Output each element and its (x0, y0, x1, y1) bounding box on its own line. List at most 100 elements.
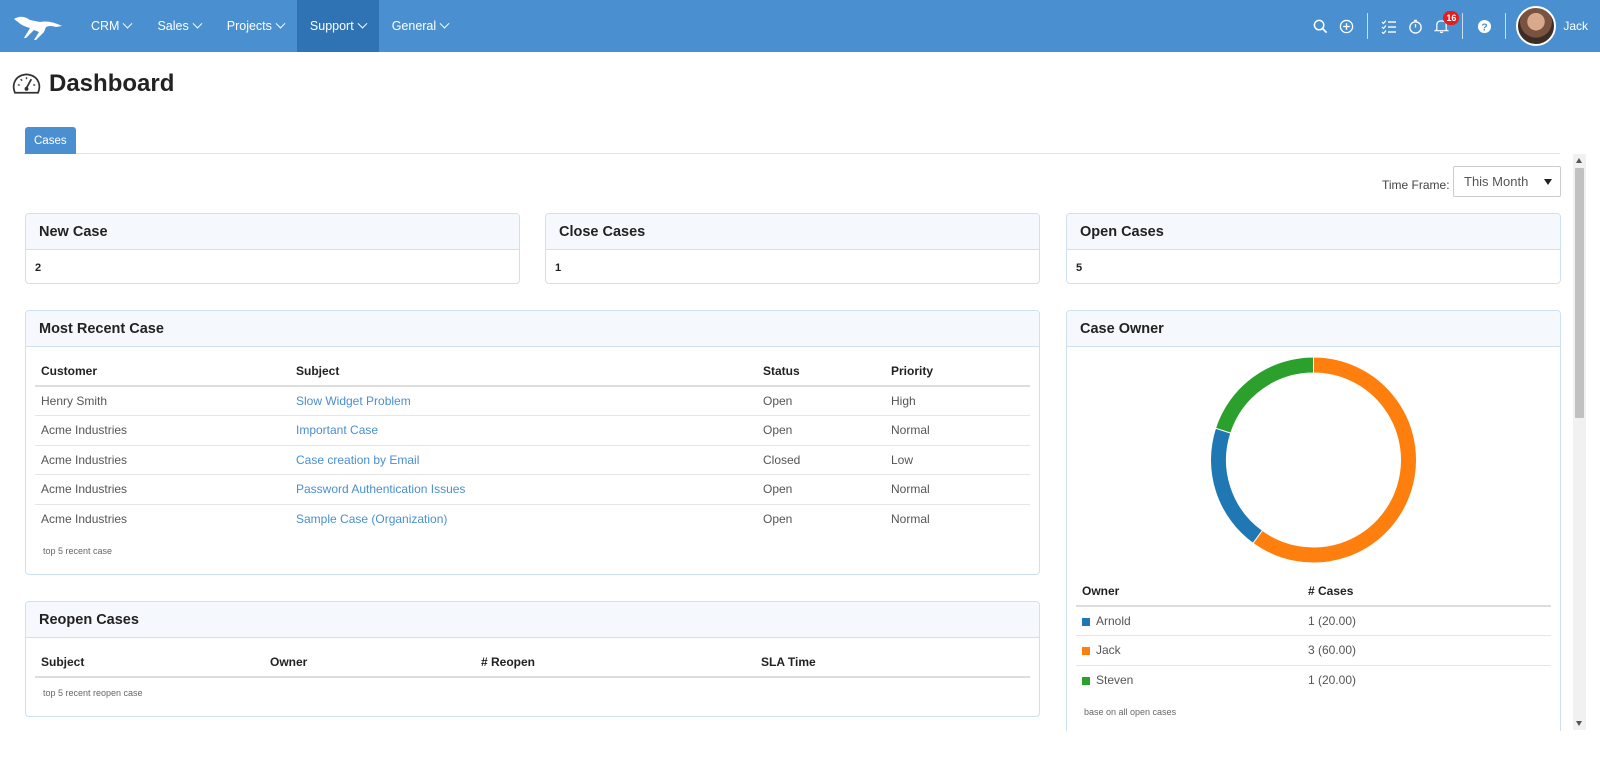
subject-cell: Slow Widget Problem (290, 386, 757, 416)
avatar[interactable] (1516, 6, 1557, 46)
chevron-down-icon (439, 18, 450, 29)
user-name[interactable]: Jack (1563, 19, 1588, 33)
table-row: Acme Industries Password Authentication … (35, 474, 1030, 505)
table-header-row: Subject Owner # Reopen SLA Time (35, 647, 1030, 678)
subject-cell: Sample Case (Organization) (290, 504, 757, 534)
donut-slice-steven[interactable] (1214, 356, 1314, 434)
priority-cell: Normal (891, 512, 930, 526)
dashboard-tabs: Cases (24, 127, 1560, 154)
timer-button[interactable] (1402, 0, 1428, 52)
column-header: Owner (264, 647, 475, 678)
column-header: Subject (35, 647, 264, 678)
customer-cell: Acme Industries (35, 415, 290, 446)
tasks-button[interactable] (1376, 0, 1402, 52)
owner-cell: Arnold (1076, 606, 1302, 636)
legend-label: Arnold (1096, 614, 1131, 628)
svg-text:?: ? (1481, 22, 1487, 33)
nav-divider (1462, 13, 1464, 39)
column-header: Subject (290, 356, 757, 387)
table-footnote: base on all open cases (1084, 706, 1177, 717)
column-header: SLA Time (755, 647, 1030, 678)
status-cell: Open (757, 386, 885, 416)
case-owner-donut-chart (1210, 356, 1417, 564)
donut-slice-jack[interactable] (1252, 356, 1417, 564)
chevron-down-icon (192, 18, 203, 29)
case-subject-link[interactable]: Password Authentication Issues (296, 482, 465, 496)
timeframe-value: This Month (1464, 174, 1529, 189)
reopen-cases-panel: Reopen Cases Subject Owner # Reopen SLA … (25, 601, 1040, 717)
case-subject-link[interactable]: Important Case (296, 423, 378, 437)
nav-general-label: General (391, 19, 437, 33)
case-subject-link[interactable]: Sample Case (Organization) (296, 512, 447, 526)
search-icon (1313, 19, 1328, 33)
nav-general[interactable]: General (379, 0, 461, 52)
table-row: Acme Industries Sample Case (Organizatio… (35, 504, 1030, 534)
nav-crm[interactable]: CRM (78, 0, 144, 52)
new-case-count: 2 (35, 262, 42, 274)
customer-cell: Acme Industries (35, 445, 290, 475)
nav-sales-label: Sales (157, 19, 189, 33)
nav-support[interactable]: Support (296, 0, 379, 52)
scroll-thumb[interactable] (1575, 168, 1584, 418)
reopen-table: Subject Owner # Reopen SLA Time (35, 647, 1030, 678)
column-header: Priority (885, 356, 1030, 387)
table-row: Acme Industries Case creation by Email C… (35, 445, 1030, 475)
cases-cell: 3 (60.00) (1302, 635, 1551, 666)
timeframe-label: Time Frame: (1382, 178, 1450, 192)
column-header: # Cases (1302, 576, 1551, 607)
open-cases-panel: Open Cases 5 (1066, 213, 1561, 284)
cases-cell: 1 (20.00) (1302, 606, 1551, 636)
donut-slice-arnold[interactable] (1210, 427, 1264, 545)
owner-cell: Jack (1076, 635, 1302, 666)
status-cell: Open (757, 415, 885, 446)
panel-title: Case Owner (1067, 311, 1560, 347)
scroll-down-arrow-icon[interactable] (1576, 721, 1582, 726)
case-owner-panel: Case Owner Owner # Cases Arnold 1 (20.00… (1066, 310, 1561, 731)
panel-title: Reopen Cases (26, 602, 1039, 638)
timeframe-select[interactable]: This Month (1453, 166, 1561, 197)
nav-divider (1367, 13, 1369, 39)
logo-icon[interactable] (10, 10, 66, 42)
subject-cell: Important Case (290, 415, 757, 446)
table-footnote: top 5 recent reopen case (43, 688, 143, 698)
legend-swatch (1082, 677, 1090, 685)
owner-cell: Steven (1076, 665, 1302, 695)
table-row: Jack 3 (60.00) (1076, 635, 1551, 666)
task-list-icon (1381, 19, 1397, 34)
main-menu: CRM Sales Projects Support General (78, 0, 461, 52)
notification-badge: 16 (1443, 11, 1460, 25)
column-header: Customer (35, 356, 290, 387)
scroll-up-arrow-icon[interactable] (1576, 158, 1582, 163)
nav-projects[interactable]: Projects (214, 0, 297, 52)
case-subject-link[interactable]: Case creation by Email (296, 453, 419, 467)
nav-right-tools: 16 ? Jack (1307, 0, 1600, 52)
top-navbar: CRM Sales Projects Support General 16 ? … (0, 0, 1600, 52)
search-button[interactable] (1307, 0, 1333, 52)
nav-crm-label: CRM (91, 19, 120, 33)
help-icon: ? (1477, 19, 1491, 33)
table-footnote: top 5 recent case (43, 545, 113, 556)
close-cases-panel: Close Cases 1 (545, 213, 1040, 284)
subject-cell: Password Authentication Issues (290, 474, 757, 505)
cases-cell: 1 (20.00) (1308, 673, 1357, 687)
column-header: # Reopen (475, 647, 755, 678)
recent-case-table: Customer Subject Status Priority Henry S… (35, 356, 1030, 534)
content-scrollbar[interactable] (1573, 154, 1586, 730)
page-header: Dashboard (12, 70, 174, 98)
notifications-button[interactable]: 16 (1428, 0, 1460, 52)
help-button[interactable]: ? (1471, 0, 1497, 52)
legend-swatch (1082, 618, 1090, 626)
dashboard-gauge-icon (12, 73, 41, 94)
nav-sales[interactable]: Sales (144, 0, 213, 52)
panel-title: Close Cases (546, 214, 1039, 250)
add-button[interactable] (1333, 0, 1359, 52)
table-row: Arnold 1 (20.00) (1076, 606, 1551, 636)
case-subject-link[interactable]: Slow Widget Problem (296, 394, 411, 408)
subject-cell: Case creation by Email (290, 445, 757, 475)
panel-title: New Case (26, 214, 519, 250)
owner-table-wrap: Owner # Cases Arnold 1 (20.00) Jack 3 (6… (1076, 576, 1551, 717)
status-cell: Open (757, 474, 885, 505)
column-header: Owner (1076, 576, 1302, 607)
legend-swatch (1082, 647, 1090, 656)
tab-cases[interactable]: Cases (25, 127, 76, 154)
